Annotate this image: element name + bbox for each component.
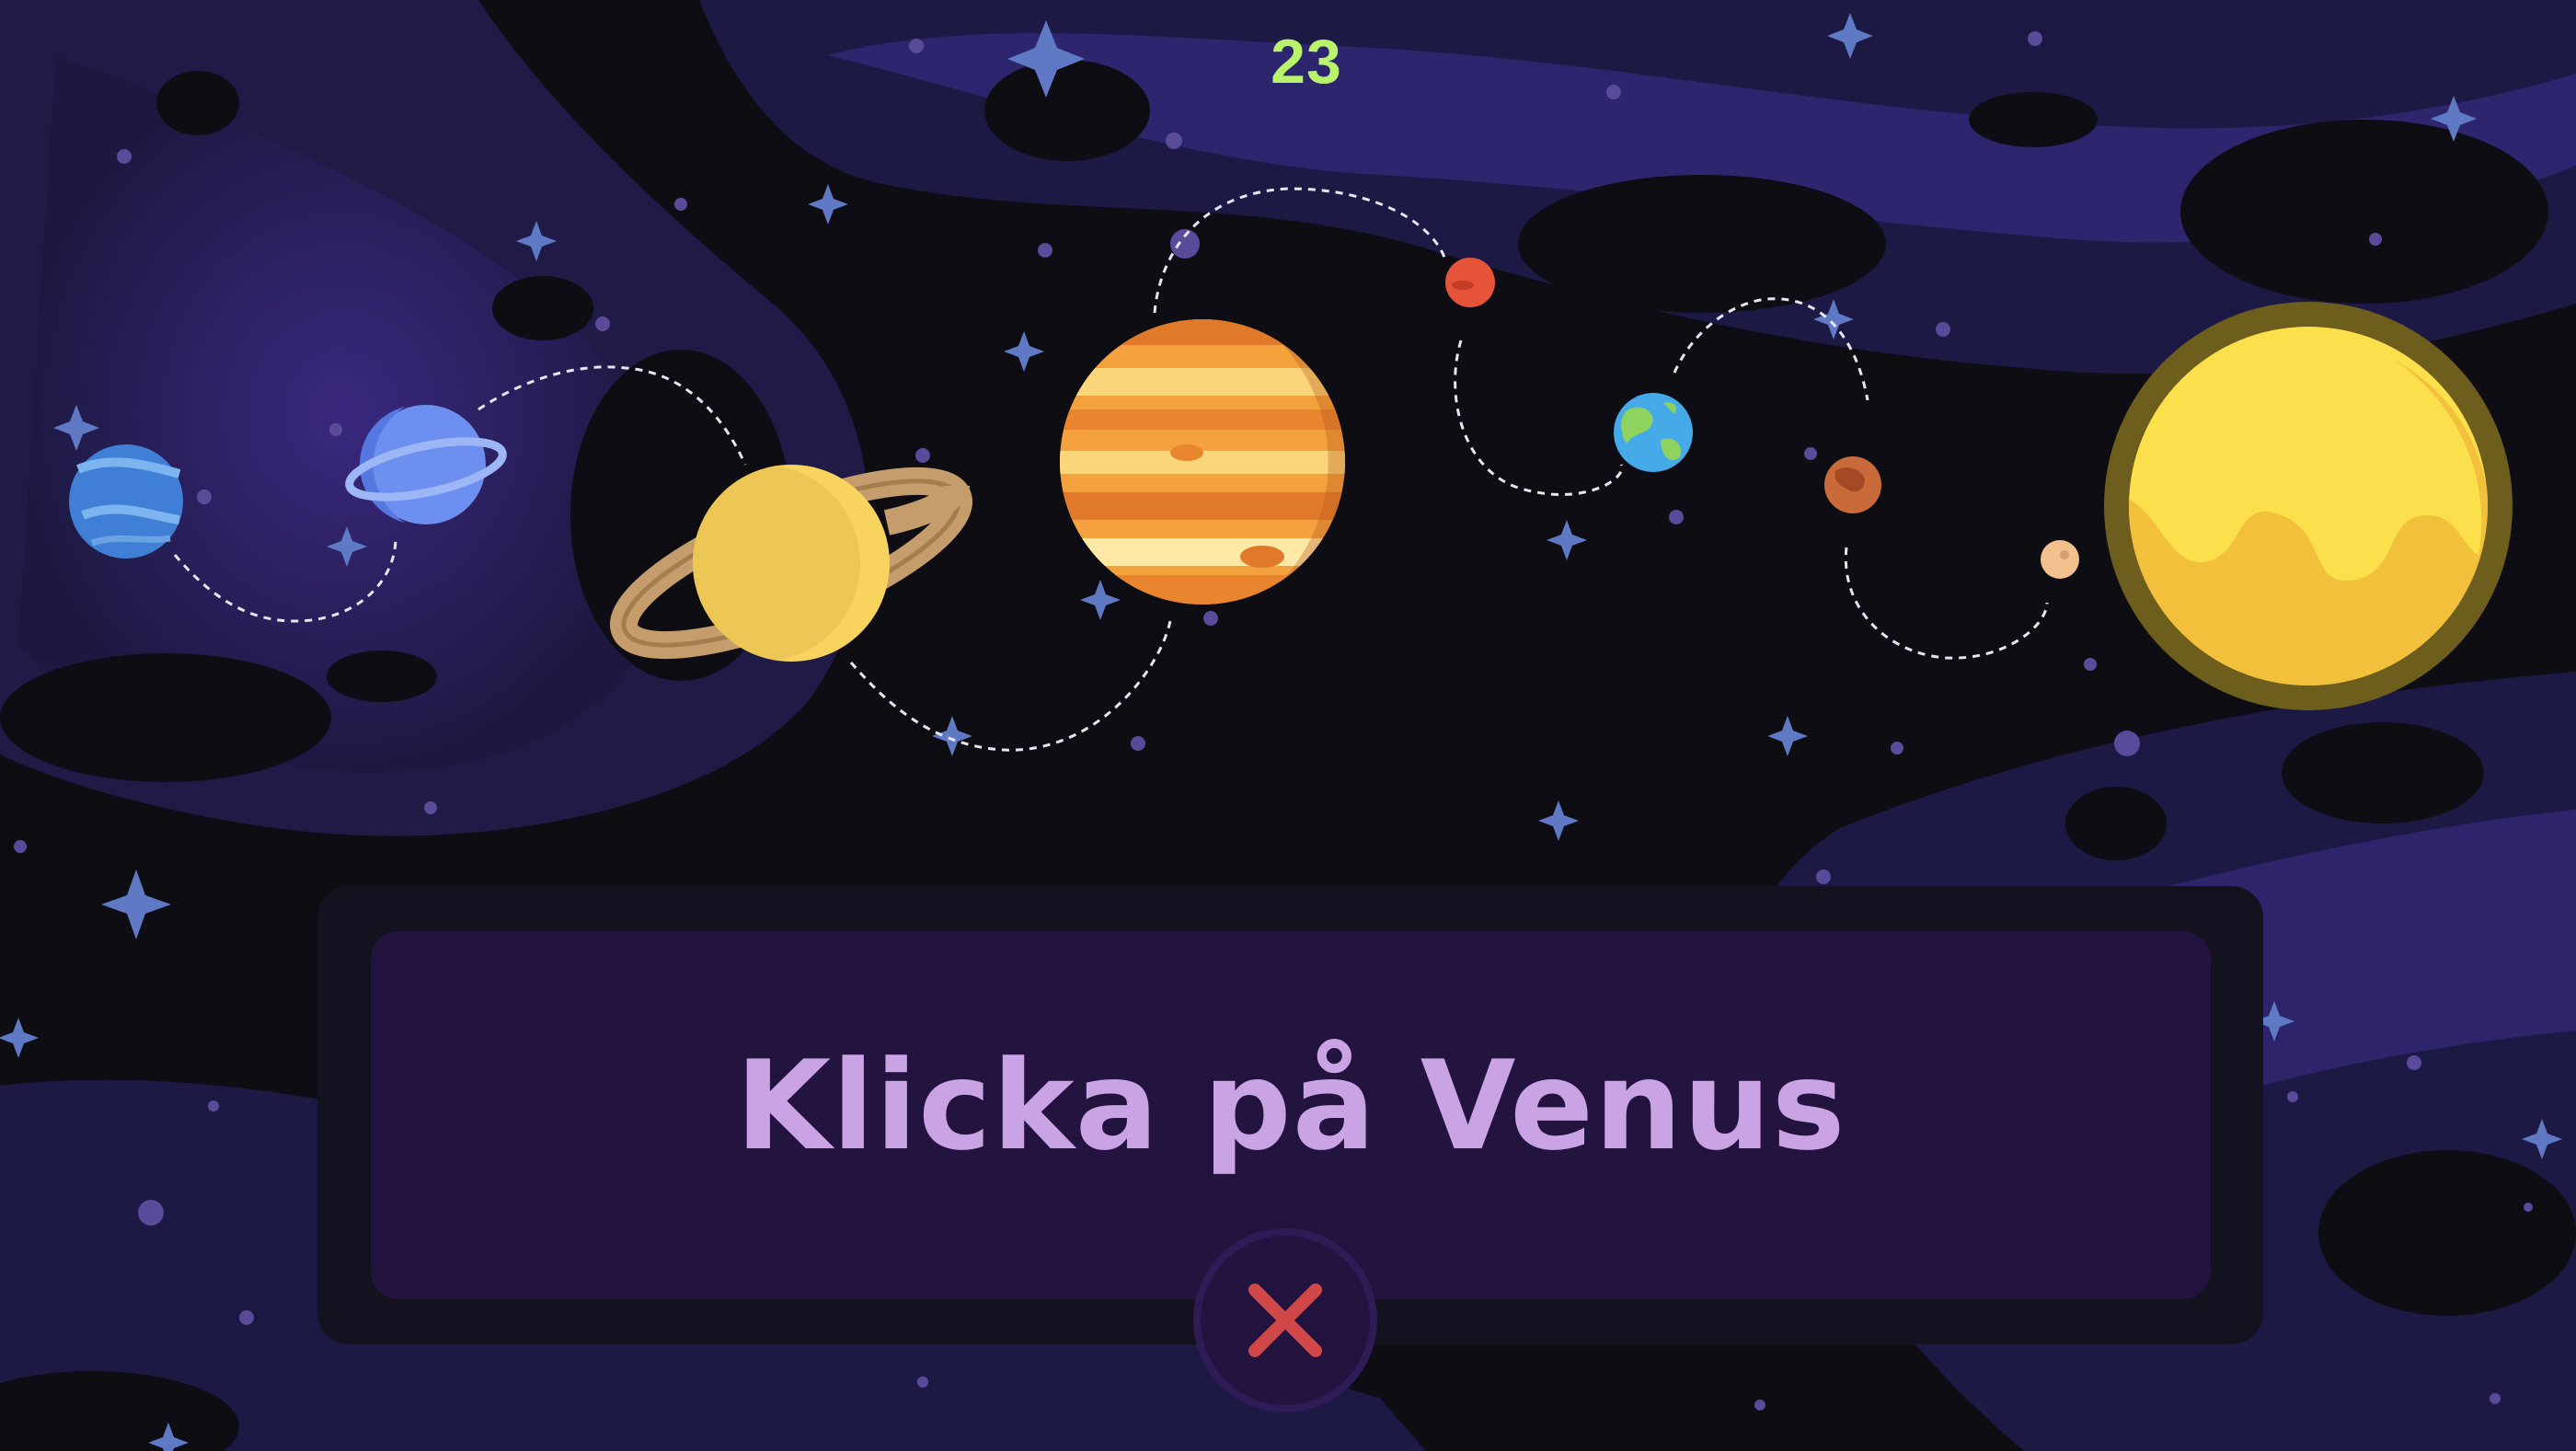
sun[interactable]	[2104, 302, 2513, 710]
planet-neptune[interactable]	[69, 444, 183, 559]
close-x-icon	[1248, 1284, 1322, 1357]
planet-mercury[interactable]	[2041, 540, 2079, 579]
close-button[interactable]	[1193, 1228, 1377, 1412]
prompt-text: Klicka på Venus	[735, 1034, 1846, 1178]
score-counter: 23	[1271, 27, 1342, 97]
planet-mars[interactable]	[1445, 258, 1495, 307]
planet-venus[interactable]	[1824, 456, 1881, 513]
planet-jupiter[interactable]	[1049, 317, 1397, 612]
planet-earth[interactable]	[1614, 393, 1693, 472]
